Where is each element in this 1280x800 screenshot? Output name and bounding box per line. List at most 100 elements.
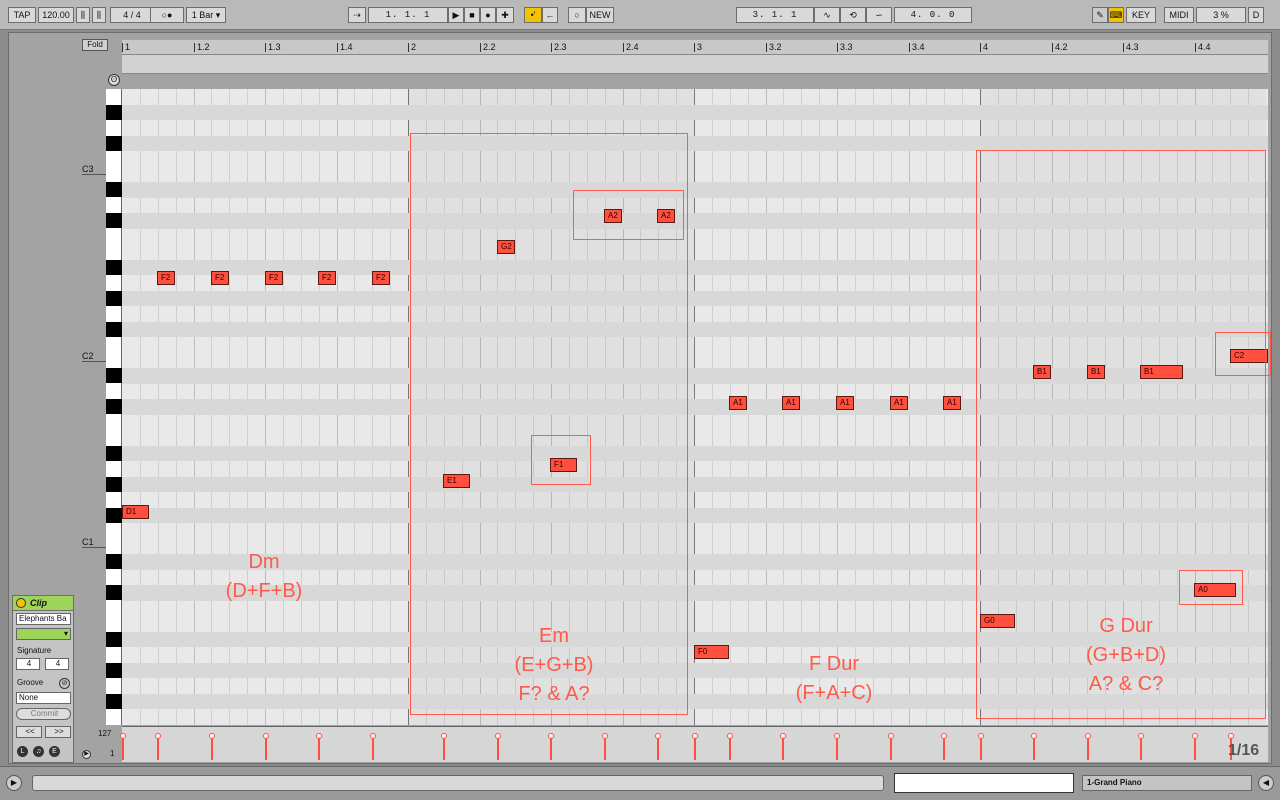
arrangement-position-field[interactable]: 1. 1. 1 xyxy=(368,7,448,23)
tempo-field[interactable]: 120.00 xyxy=(38,7,74,23)
velocity-handle[interactable] xyxy=(888,733,894,739)
velocity-handle[interactable] xyxy=(1192,733,1198,739)
nudge-back-button[interactable]: << xyxy=(16,726,42,738)
black-key[interactable] xyxy=(106,476,122,492)
velocity-handle[interactable] xyxy=(941,733,947,739)
automation-arm-icon[interactable]: •ʹ xyxy=(524,7,542,23)
clip-activator-icon[interactable] xyxy=(16,598,26,608)
velocity-handle[interactable] xyxy=(263,733,269,739)
computer-keyboard-icon[interactable]: ⌨ xyxy=(1108,7,1124,23)
play-icon[interactable]: ▶ xyxy=(448,7,464,23)
stop-icon[interactable]: ■ xyxy=(464,7,480,23)
black-key[interactable] xyxy=(106,213,122,228)
velocity-handle[interactable] xyxy=(692,733,698,739)
draw-mode-icon[interactable]: ✎ xyxy=(1092,7,1108,23)
overdub-icon[interactable]: ✚ xyxy=(496,7,514,23)
midi-note[interactable]: A1 xyxy=(782,396,800,410)
velocity-handle[interactable] xyxy=(548,733,554,739)
show-info-icon[interactable]: ▶ xyxy=(6,775,22,791)
commit-button[interactable]: Commit xyxy=(16,708,71,720)
velocity-handle[interactable] xyxy=(780,733,786,739)
midi-note[interactable]: A1 xyxy=(836,396,854,410)
velocity-handle[interactable] xyxy=(1138,733,1144,739)
black-key[interactable] xyxy=(106,135,122,151)
notes-icon[interactable]: ♫ xyxy=(33,746,44,757)
midi-note[interactable]: F2 xyxy=(318,271,336,285)
velocity-handle[interactable] xyxy=(655,733,661,739)
black-key[interactable] xyxy=(106,104,122,120)
black-key[interactable] xyxy=(106,445,122,461)
launch-icon[interactable]: L xyxy=(17,746,28,757)
midi-note[interactable]: F2 xyxy=(372,271,390,285)
velocity-handle[interactable] xyxy=(1031,733,1037,739)
nudge-forward-button[interactable]: >> xyxy=(45,726,71,738)
black-key[interactable] xyxy=(106,321,122,337)
collapse-icon[interactable]: ◀ xyxy=(1258,775,1274,791)
black-key[interactable] xyxy=(106,554,122,569)
follow-icon[interactable]: ⇢ xyxy=(348,7,366,23)
velocity-handle[interactable] xyxy=(834,733,840,739)
metronome-button[interactable]: ○● xyxy=(150,7,184,23)
velocity-handle[interactable] xyxy=(370,733,376,739)
velocity-handle[interactable] xyxy=(978,733,984,739)
black-key[interactable] xyxy=(106,585,122,600)
envelopes-icon[interactable]: E xyxy=(49,746,60,757)
preview-headphones-icon[interactable]: ʘ xyxy=(108,74,120,86)
black-key[interactable] xyxy=(106,182,122,197)
midi-note[interactable]: A1 xyxy=(729,396,747,410)
velocity-handle[interactable] xyxy=(155,733,161,739)
velocity-handle[interactable] xyxy=(1085,733,1091,739)
velocity-handle[interactable] xyxy=(441,733,447,739)
loop-icon[interactable]: ⟲ xyxy=(840,7,866,23)
clip-color-chooser[interactable]: ▾ xyxy=(16,628,71,640)
black-key[interactable] xyxy=(106,290,122,306)
black-key[interactable] xyxy=(106,662,122,678)
velocity-handle[interactable] xyxy=(727,733,733,739)
black-key[interactable] xyxy=(106,507,122,523)
punch-out-icon[interactable]: ∽ xyxy=(866,7,892,23)
nudge-down-icon[interactable]: ⫼ xyxy=(76,7,90,23)
groove-select[interactable]: None xyxy=(16,692,71,704)
new-button[interactable]: NEW xyxy=(586,7,614,23)
midi-note[interactable]: A1 xyxy=(890,396,908,410)
session-record-icon[interactable]: ○ xyxy=(568,7,586,23)
beat-time-ruler[interactable]: 1 1.2 1.3 1.4 2 2.2 2.3 2.4 3 3.2 3.3 3.… xyxy=(122,40,1268,54)
quantize-menu[interactable]: 1 Bar ▾ xyxy=(186,7,226,23)
loop-start-field[interactable]: 3. 1. 1 xyxy=(736,7,814,23)
velocity-handle[interactable] xyxy=(209,733,215,739)
groove-pool-icon[interactable]: ⊘ xyxy=(59,678,70,689)
midi-note[interactable]: F2 xyxy=(265,271,283,285)
midi-note[interactable]: D1 xyxy=(122,505,149,519)
black-key[interactable] xyxy=(106,399,122,414)
piano-keyboard[interactable] xyxy=(106,89,122,725)
velocity-handle[interactable] xyxy=(495,733,501,739)
midi-note[interactable]: A1 xyxy=(943,396,961,410)
tap-button[interactable]: TAP xyxy=(8,7,36,23)
midi-note[interactable]: F0 xyxy=(694,645,729,659)
fold-button[interactable]: Fold xyxy=(82,39,108,51)
black-key[interactable] xyxy=(106,631,122,647)
key-map-button[interactable]: KEY xyxy=(1126,7,1156,23)
midi-map-button[interactable]: MIDI xyxy=(1164,7,1194,23)
velocity-handle[interactable] xyxy=(1228,733,1234,739)
back-to-arrangement-icon[interactable]: ← xyxy=(542,7,558,23)
black-key[interactable] xyxy=(106,693,122,709)
nudge-up-icon[interactable]: ⫼ xyxy=(92,7,106,23)
velocity-toggle-icon[interactable]: ▶ xyxy=(82,750,91,759)
record-icon[interactable]: ● xyxy=(480,7,496,23)
signature-numerator[interactable]: 4 xyxy=(16,658,40,670)
black-key[interactable] xyxy=(106,259,122,275)
overview-strip[interactable] xyxy=(894,773,1074,793)
clip-name-field[interactable]: Elephants Ba xyxy=(16,613,71,625)
time-signature-field[interactable]: 4 / 4 xyxy=(110,7,154,23)
midi-note[interactable]: F2 xyxy=(211,271,229,285)
velocity-lane[interactable] xyxy=(120,726,1268,762)
black-key[interactable] xyxy=(106,368,122,383)
signature-denominator[interactable]: 4 xyxy=(45,658,69,670)
loop-brace[interactable] xyxy=(122,54,1268,74)
velocity-handle[interactable] xyxy=(602,733,608,739)
loop-length-field[interactable]: 4. 0. 0 xyxy=(894,7,972,23)
punch-in-icon[interactable]: ∿ xyxy=(814,7,840,23)
velocity-handle[interactable] xyxy=(120,733,126,739)
midi-note[interactable]: F2 xyxy=(157,271,175,285)
